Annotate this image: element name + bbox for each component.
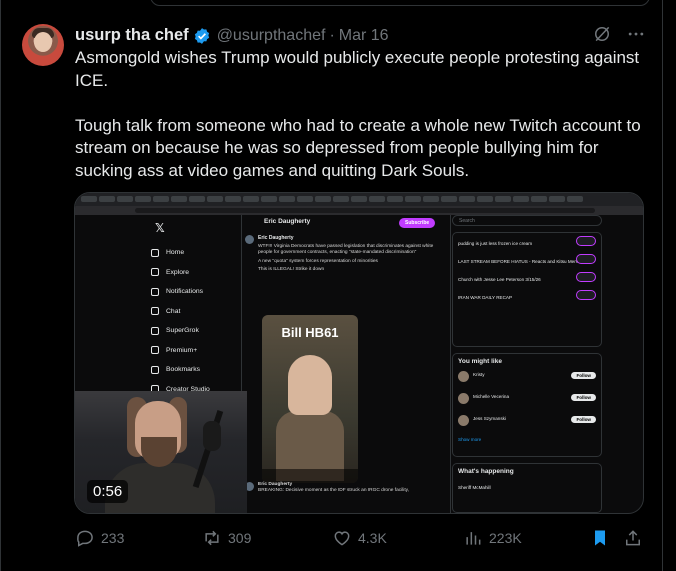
post-actions: 233 309 4.3K 223K: [75, 528, 645, 552]
post-text: Asmongold wishes Trump would publicly ex…: [75, 47, 655, 205]
x-sidebar: 𝕏 Home Explore Notifications Chat SuperG…: [151, 217, 251, 399]
reply-button[interactable]: 233: [75, 528, 124, 548]
like-count: 4.3K: [358, 530, 387, 546]
suggested-user: Kristy Follow: [458, 371, 596, 393]
post-paragraph: Tough talk from someone who had to creat…: [75, 115, 641, 180]
trend-item: Church with Jesse Lee Peterson 3/15/26: [458, 272, 596, 282]
views-button[interactable]: 223K: [463, 528, 522, 548]
previous-post-stub: [150, 0, 650, 6]
nav-item: SuperGrok: [151, 321, 251, 341]
nav-item: Notifications: [151, 282, 251, 302]
show-more-link: Show more: [458, 437, 482, 442]
nav-item: Explore: [151, 263, 251, 283]
video-player[interactable]: 𝕏 Home Explore Notifications Chat SuperG…: [74, 192, 644, 514]
nav-item: Bookmarks: [151, 360, 251, 380]
heart-icon: [334, 531, 350, 546]
author-handle[interactable]: @usurpthachef: [217, 27, 326, 45]
repost-button[interactable]: 309: [202, 528, 251, 548]
embedded-feed: Eric Daugherty Subscribe Eric Daugherty …: [241, 215, 451, 513]
post-date[interactable]: Mar 16: [339, 27, 389, 45]
bookmark-button[interactable]: [590, 528, 610, 548]
like-button[interactable]: 4.3K: [332, 528, 387, 548]
browser-tab-strip: [75, 193, 643, 206]
grok-icon[interactable]: [592, 24, 612, 44]
browser-url-bar: [75, 206, 643, 215]
repost-icon: [205, 530, 219, 546]
x-logo-icon: 𝕏: [155, 221, 165, 235]
verified-badge-icon[interactable]: [193, 27, 211, 45]
share-icon: [626, 530, 640, 546]
more-icon[interactable]: [626, 24, 646, 44]
avatar[interactable]: [22, 24, 64, 66]
column-border-left: [0, 0, 1, 571]
nav-item: Home: [151, 243, 251, 263]
embedded-video: Bill HB61: [262, 315, 358, 483]
suggested-user: Jess Szymanski Follow: [458, 415, 596, 437]
views-count: 223K: [489, 530, 522, 546]
nav-item: Chat: [151, 302, 251, 322]
post-paragraph: Asmongold wishes Trump would publicly ex…: [75, 48, 640, 90]
embedded-right-column: Search pudding is just less frozen ice c…: [452, 215, 602, 513]
reply-count: 233: [101, 530, 125, 546]
header-actions: [592, 24, 646, 44]
post-header: usurp tha chef @usurpthachef · Mar 16: [75, 26, 389, 45]
views-icon: [466, 532, 481, 545]
trend-item: IRAN WAR DAILY RECAP: [458, 290, 596, 300]
trend-item: pudding is just less frozen ice cream: [458, 236, 596, 246]
embedded-post: Eric Daugherty WTF!!! Virginia Democrats…: [245, 235, 443, 273]
embedded-whats-happening: What's happening Sheriff McMahill: [452, 463, 602, 513]
reply-icon: [77, 530, 93, 547]
embedded-subscribe-button: Subscribe: [399, 218, 436, 228]
share-button[interactable]: [623, 528, 643, 548]
bookmark-icon: [595, 530, 605, 546]
separator: ·: [329, 26, 335, 44]
embedded-trends: pudding is just less frozen ice cream LA…: [452, 232, 602, 347]
video-duration: 0:56: [87, 480, 129, 503]
embedded-who-to-follow: You might like Kristy Follow Michelle Vec…: [452, 353, 602, 457]
trend-item: LAST STREAM BEFORE HIATUS - Reacts and K…: [458, 254, 596, 264]
embedded-search: Search: [452, 215, 602, 226]
embedded-post: Eric Daugherty BREAKING: Decisive moment…: [245, 482, 443, 494]
repost-count: 309: [228, 530, 252, 546]
column-border-right: [662, 0, 663, 571]
suggested-user: Michelle Vecerina Follow: [458, 393, 596, 415]
author-name[interactable]: usurp tha chef: [75, 26, 189, 45]
nav-item: Premium+: [151, 341, 251, 361]
